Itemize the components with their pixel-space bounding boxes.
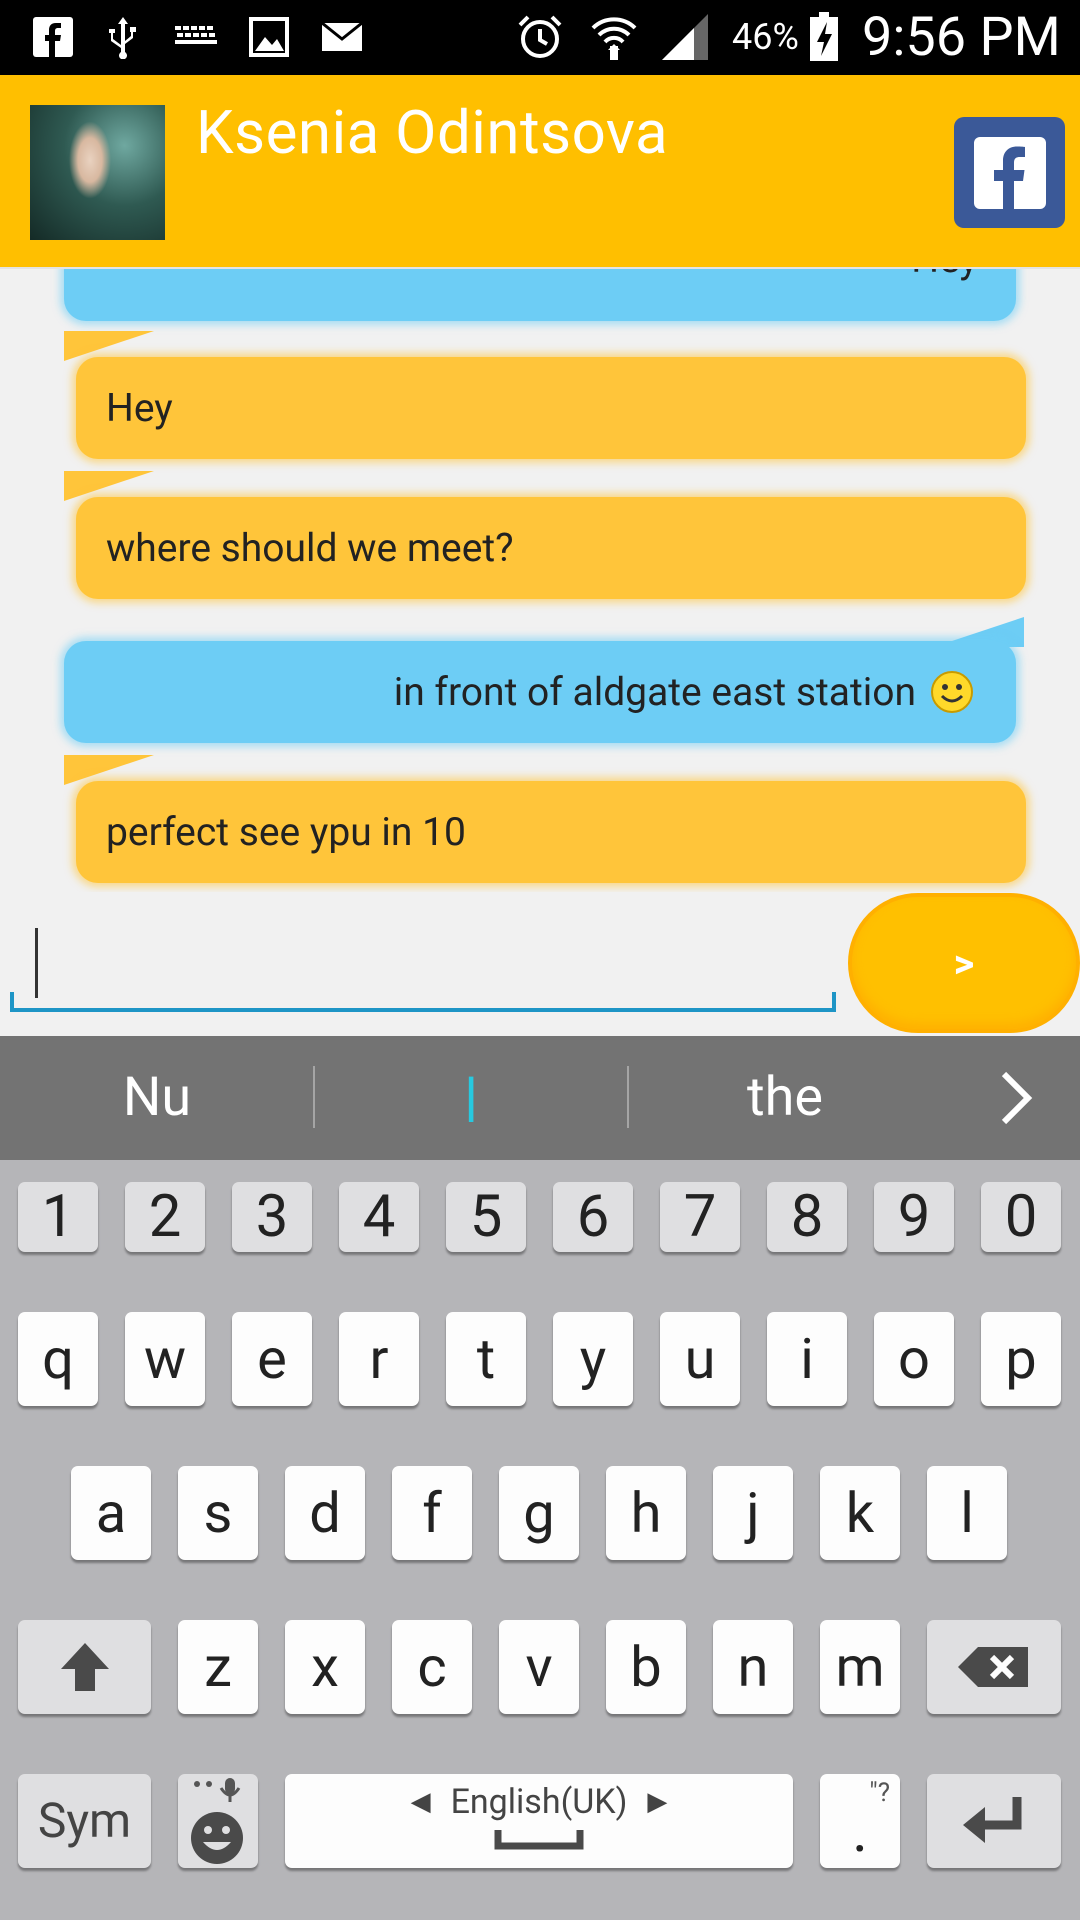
input-underline-right: [832, 992, 836, 1012]
contact-name: Ksenia Odintsova: [196, 97, 669, 168]
key-p[interactable]: p: [981, 1312, 1061, 1406]
key-6[interactable]: 6: [553, 1182, 633, 1252]
message-bubble-outgoing: Hey: [64, 269, 1016, 321]
key-k[interactable]: k: [820, 1466, 900, 1560]
key-2[interactable]: 2: [125, 1182, 205, 1252]
key-a[interactable]: a: [71, 1466, 151, 1560]
suggestion-1[interactable]: Nu: [0, 1036, 314, 1160]
language-label: English(UK): [450, 1782, 628, 1822]
key-g[interactable]: g: [499, 1466, 579, 1560]
key-f[interactable]: f: [392, 1466, 472, 1560]
key-q[interactable]: q: [18, 1312, 98, 1406]
battery-percent: 46%: [732, 16, 799, 58]
shift-icon: [60, 1643, 109, 1691]
key-z[interactable]: z: [178, 1620, 258, 1714]
send-button[interactable]: >: [848, 893, 1080, 1033]
message-text: in front of aldgate east station: [393, 669, 916, 715]
key-h[interactable]: h: [606, 1466, 686, 1560]
period-key[interactable]: "? .: [820, 1774, 900, 1868]
message-input[interactable]: [10, 920, 836, 1012]
key-w[interactable]: w: [125, 1312, 205, 1406]
message-text: where should we meet?: [106, 525, 514, 571]
key-m[interactable]: m: [820, 1620, 900, 1714]
language-left-arrow-icon: ◀: [410, 1787, 431, 1817]
enter-key[interactable]: [927, 1774, 1061, 1868]
message-bubble-incoming: where should we meet?: [76, 497, 1026, 599]
chat-header: Ksenia Odintsova: [0, 75, 1080, 269]
wifi-icon: [588, 12, 640, 62]
facebook-icon: [973, 136, 1046, 209]
key-o[interactable]: o: [874, 1312, 954, 1406]
suggestion-2[interactable]: |: [315, 1036, 627, 1160]
key-t[interactable]: t: [446, 1312, 526, 1406]
key-l[interactable]: l: [927, 1466, 1007, 1560]
key-b[interactable]: b: [606, 1620, 686, 1714]
battery-icon: [808, 12, 840, 62]
key-5[interactable]: 5: [446, 1182, 526, 1252]
facebook-button[interactable]: [954, 117, 1065, 228]
key-9[interactable]: 9: [874, 1182, 954, 1252]
key-v[interactable]: v: [499, 1620, 579, 1714]
message-text: Hey: [106, 385, 173, 431]
shift-key[interactable]: [18, 1620, 151, 1714]
status-bar: 46% 9:56 PM: [0, 0, 1080, 75]
image-icon: [248, 12, 290, 62]
keyboard-icon: [172, 12, 220, 62]
soft-keyboard: 1 2 3 4 5 6 7 8 9 0 q w e r t y u i o p …: [0, 1160, 1080, 1920]
backspace-key[interactable]: [927, 1620, 1061, 1714]
emoji-voice-key[interactable]: [178, 1774, 258, 1868]
message-bubble-incoming: perfect see ypu in 10: [76, 781, 1026, 883]
key-3[interactable]: 3: [232, 1182, 312, 1252]
send-button-label: >: [953, 939, 975, 987]
clock: 9:56 PM: [862, 6, 1061, 69]
smile-emoji-icon: [930, 670, 974, 714]
language-right-arrow-icon: ▶: [647, 1787, 668, 1817]
key-x[interactable]: x: [285, 1620, 365, 1714]
chat-messages[interactable]: Hey Hey where should we meet? in front o…: [0, 269, 1080, 892]
mail-icon: [320, 12, 364, 62]
message-bubble-incoming: Hey: [76, 357, 1026, 459]
message-bubble-outgoing: in front of aldgate east station: [64, 641, 1016, 743]
key-8[interactable]: 8: [767, 1182, 847, 1252]
key-0[interactable]: 0: [981, 1182, 1061, 1252]
key-n[interactable]: n: [713, 1620, 793, 1714]
alarm-icon: [515, 12, 565, 62]
backspace-icon: [958, 1647, 1028, 1687]
key-y[interactable]: y: [553, 1312, 633, 1406]
key-e[interactable]: e: [232, 1312, 312, 1406]
avatar[interactable]: [30, 105, 165, 240]
key-c[interactable]: c: [392, 1620, 472, 1714]
suggestion-3[interactable]: the: [629, 1036, 941, 1160]
message-text: Hey: [911, 269, 978, 282]
key-s[interactable]: s: [178, 1466, 258, 1560]
input-underline-left: [10, 992, 14, 1012]
sym-key[interactable]: Sym: [18, 1774, 151, 1868]
key-i[interactable]: i: [767, 1312, 847, 1406]
period-alt-symbols: "?: [869, 1778, 890, 1808]
key-r[interactable]: r: [339, 1312, 419, 1406]
space-key[interactable]: ◀ English(UK) ▶: [285, 1774, 793, 1868]
space-icon: [494, 1830, 584, 1850]
key-1[interactable]: 1: [18, 1182, 98, 1252]
suggestion-bar: Nu | the: [0, 1036, 1080, 1160]
text-cursor: [35, 928, 38, 998]
key-u[interactable]: u: [660, 1312, 740, 1406]
enter-icon: [963, 1797, 1022, 1843]
key-7[interactable]: 7: [660, 1182, 740, 1252]
message-text: perfect see ypu in 10: [106, 809, 466, 855]
usb-icon: [105, 12, 141, 62]
emoji-icon: [191, 1778, 243, 1864]
chevron-right-icon[interactable]: [990, 1068, 1040, 1132]
signal-icon: [660, 12, 710, 62]
key-4[interactable]: 4: [339, 1182, 419, 1252]
key-j[interactable]: j: [713, 1466, 793, 1560]
key-d[interactable]: d: [285, 1466, 365, 1560]
facebook-icon: [32, 12, 74, 62]
